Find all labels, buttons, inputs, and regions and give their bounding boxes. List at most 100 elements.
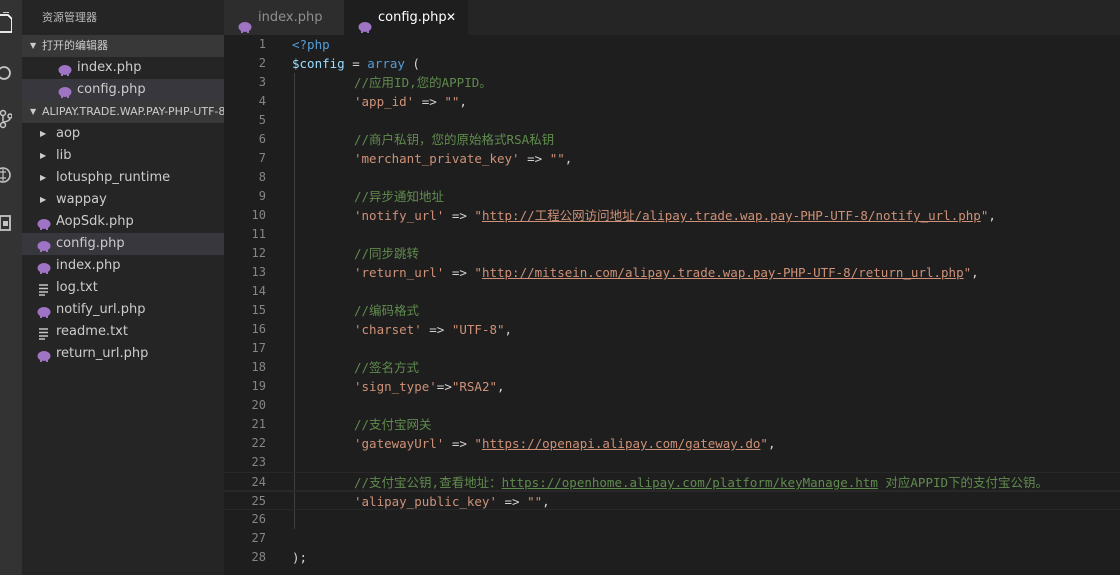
line-number: 25 bbox=[251, 494, 266, 508]
code-line: 8 bbox=[224, 168, 1120, 187]
explorer-title: 资源管理器 bbox=[42, 11, 97, 24]
tab-label: index.php bbox=[258, 10, 323, 25]
chevron-down-icon: ▼ bbox=[30, 41, 37, 50]
file-config[interactable]: config.php bbox=[22, 233, 224, 255]
code-line: 12 //同步跳转 bbox=[224, 244, 1120, 263]
line-number: 24 bbox=[251, 475, 266, 489]
code-line: 21 //支付宝网关 bbox=[224, 415, 1120, 434]
open-editors-header[interactable]: ▼ 打开的编辑器 bbox=[22, 35, 224, 57]
file-aopsdk[interactable]: AopSdk.php bbox=[22, 211, 224, 233]
open-editor-label: config.php bbox=[77, 82, 146, 97]
comment: //支付宝公钥,查看地址： bbox=[354, 475, 502, 490]
keyword: array bbox=[367, 56, 405, 71]
tab-config-php[interactable]: config.php ✕ bbox=[344, 0, 468, 35]
arrow: => bbox=[444, 208, 475, 223]
code-editor[interactable]: 1 <?php 2 $config = array ( 3 //应用ID,您的APPI… bbox=[224, 35, 1120, 575]
line-number: 20 bbox=[251, 398, 266, 412]
arrow: => bbox=[414, 94, 445, 109]
file-log[interactable]: log.txt bbox=[22, 277, 224, 299]
file-notify-url[interactable]: notify_url.php bbox=[22, 299, 224, 321]
arrow: => bbox=[497, 494, 528, 509]
line-number: 2 bbox=[258, 56, 266, 70]
array-key: 'sign_type' bbox=[354, 379, 437, 394]
comma: , bbox=[988, 208, 996, 223]
folder-lib[interactable]: ▶ lib bbox=[22, 145, 224, 167]
folder-aop[interactable]: ▶ aop bbox=[22, 123, 224, 145]
chevron-down-icon: ▼ bbox=[30, 107, 37, 116]
open-editor-label: index.php bbox=[77, 60, 142, 75]
editor-tab-bar: index.php config.php ✕ bbox=[224, 0, 1120, 35]
array-key: 'return_url' bbox=[354, 265, 445, 280]
php-elephant-icon bbox=[37, 348, 51, 370]
quote: " bbox=[474, 265, 482, 280]
quote: " bbox=[963, 265, 972, 280]
code-line: 10 'notify_url' => "http://工程公网访问地址/alipa… bbox=[224, 206, 1120, 225]
code-line: 15 //编码格式 bbox=[224, 301, 1120, 320]
folder-label: aop bbox=[56, 126, 81, 141]
source-control-icon[interactable] bbox=[0, 104, 22, 134]
array-key: 'merchant_private_key' bbox=[354, 151, 520, 166]
line-number: 22 bbox=[251, 436, 266, 450]
tab-index-php[interactable]: index.php bbox=[224, 0, 344, 35]
variable: $config bbox=[292, 56, 345, 71]
line-number: 17 bbox=[251, 341, 266, 355]
code-line: 17 bbox=[224, 339, 1120, 358]
explorer-sidebar: 资源管理器 ▼ 打开的编辑器 index.php config.php ▼ AL… bbox=[22, 0, 224, 575]
operator: = bbox=[344, 56, 368, 71]
line-number: 6 bbox=[258, 132, 266, 146]
line-number: 19 bbox=[251, 379, 266, 393]
url-link[interactable]: https://openapi.alipay.com/gateway.do bbox=[482, 436, 760, 451]
chevron-right-icon: ▶ bbox=[40, 173, 47, 182]
string-value: "" bbox=[444, 94, 460, 109]
quote: " bbox=[760, 436, 768, 451]
folder-wappay[interactable]: ▶ wappay bbox=[22, 189, 224, 211]
code-line-current: 25 'alipay_public_key' => "", bbox=[224, 491, 1120, 510]
file-return-url[interactable]: return_url.php bbox=[22, 343, 224, 365]
search-icon[interactable] bbox=[0, 58, 22, 88]
file-label: AopSdk.php bbox=[56, 214, 134, 229]
file-label: config.php bbox=[56, 236, 125, 251]
line-number: 15 bbox=[251, 303, 266, 317]
line-number: 3 bbox=[258, 75, 266, 89]
closing-paren: ); bbox=[292, 550, 308, 565]
url-link[interactable]: http://mitsein.com/alipay.trade.wap.pay-… bbox=[482, 265, 964, 280]
tab-label: config.php bbox=[378, 10, 447, 25]
close-icon[interactable]: ✕ bbox=[446, 0, 456, 35]
comma: , bbox=[542, 494, 550, 509]
line-number: 21 bbox=[251, 417, 266, 431]
workspace-header[interactable]: ▼ ALIPAY.TRADE.WAP.PAY-PHP-UTF-8 bbox=[22, 101, 224, 123]
folder-lotusphp-runtime[interactable]: ▶ lotusphp_runtime bbox=[22, 167, 224, 189]
line-number: 14 bbox=[251, 284, 266, 298]
code-line: 27 bbox=[224, 529, 1120, 548]
file-index[interactable]: index.php bbox=[22, 255, 224, 277]
code-line: 6 //商户私钥，您的原始格式RSA私钥 bbox=[224, 130, 1120, 149]
arrow: => bbox=[519, 151, 550, 166]
files-icon[interactable] bbox=[0, 8, 22, 38]
arrow: => bbox=[444, 265, 475, 280]
file-readme[interactable]: readme.txt bbox=[22, 321, 224, 343]
extensions-icon[interactable] bbox=[0, 208, 22, 238]
line-number: 18 bbox=[251, 360, 266, 374]
array-key: 'alipay_public_key' bbox=[354, 494, 497, 509]
code-line: 7 'merchant_private_key' => "", bbox=[224, 149, 1120, 168]
chevron-right-icon: ▶ bbox=[40, 195, 47, 204]
line-number: 8 bbox=[258, 170, 266, 184]
code-line: 20 bbox=[224, 396, 1120, 415]
comma: , bbox=[504, 322, 513, 337]
debug-icon[interactable] bbox=[0, 160, 22, 190]
code-line: 18 //签名方式 bbox=[224, 358, 1120, 377]
paren: ( bbox=[404, 56, 420, 71]
quote: " bbox=[474, 208, 482, 223]
open-editor-config[interactable]: config.php bbox=[22, 79, 224, 101]
line-number: 5 bbox=[258, 113, 266, 127]
code-line: 3 //应用ID,您的APPID。 bbox=[224, 73, 1120, 92]
open-editor-index[interactable]: index.php bbox=[22, 57, 224, 79]
line-number: 10 bbox=[251, 208, 266, 222]
activity-bar bbox=[0, 0, 22, 575]
array-key: 'charset' bbox=[354, 322, 422, 337]
comment: //编码格式 bbox=[354, 303, 420, 318]
code-line-current: 24 //支付宝公钥,查看地址：https://openhome.alipay.c… bbox=[224, 472, 1120, 491]
url-link[interactable]: https://openhome.alipay.com/platform/key… bbox=[502, 475, 878, 490]
url-link[interactable]: http://工程公网访问地址/alipay.trade.wap.pay-PHP… bbox=[482, 208, 981, 223]
code-line: 28); bbox=[224, 548, 1120, 567]
